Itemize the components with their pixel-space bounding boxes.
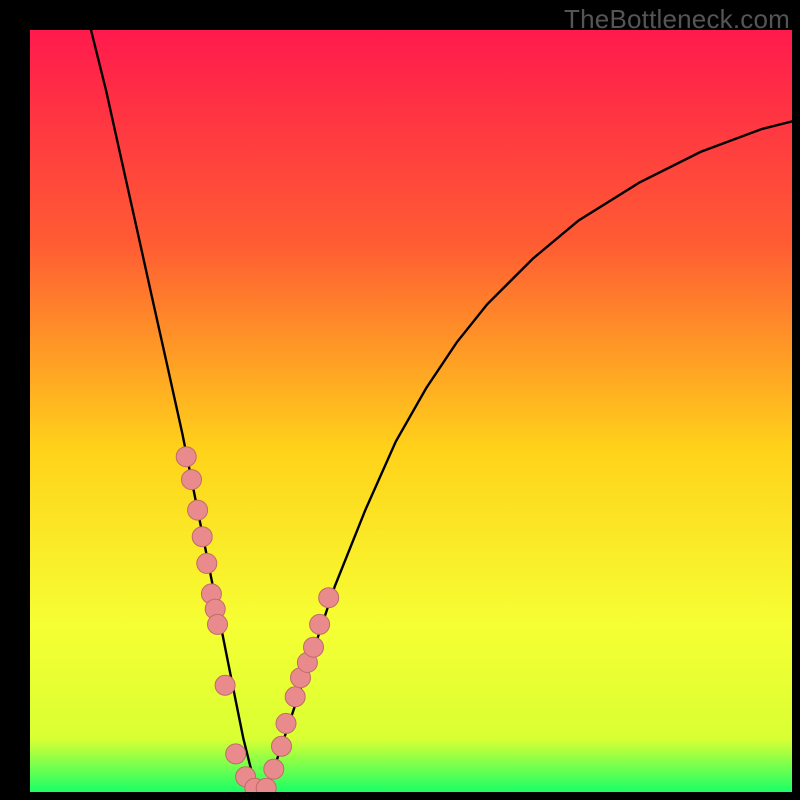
bottleneck-chart bbox=[30, 30, 792, 792]
marker-point bbox=[188, 500, 208, 520]
marker-point bbox=[215, 675, 235, 695]
marker-point bbox=[226, 744, 246, 764]
plot-area bbox=[30, 30, 792, 792]
marker-point bbox=[310, 614, 330, 634]
marker-point bbox=[208, 614, 228, 634]
watermark-label: TheBottleneck.com bbox=[564, 4, 790, 35]
marker-point bbox=[182, 470, 202, 490]
marker-point bbox=[264, 759, 284, 779]
marker-point bbox=[319, 588, 339, 608]
marker-point bbox=[285, 687, 305, 707]
marker-point bbox=[192, 527, 212, 547]
marker-point bbox=[272, 736, 292, 756]
marker-point bbox=[197, 553, 217, 573]
marker-point bbox=[176, 447, 196, 467]
chart-frame: TheBottleneck.com bbox=[0, 0, 800, 800]
gradient-background bbox=[30, 30, 792, 792]
marker-point bbox=[276, 713, 296, 733]
marker-point bbox=[304, 637, 324, 657]
